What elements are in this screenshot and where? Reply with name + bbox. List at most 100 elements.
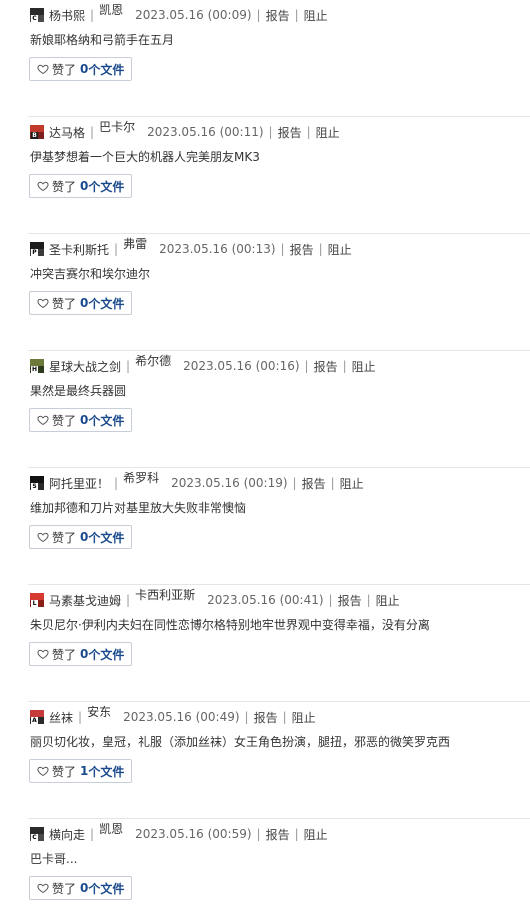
separator: | [294, 8, 299, 22]
timestamp: 2023.05.16 (00:49) [123, 710, 240, 724]
separator: | [318, 242, 323, 256]
username[interactable]: 丝袜 [49, 709, 73, 726]
like-files-suffix: 个文件 [88, 413, 125, 428]
like-button[interactable]: 赞了 1 个文件 [29, 759, 133, 783]
entry-meta: A 丝袜 | 安东 2023.05.16 (00:49) | 报告 | 阻止 [30, 705, 316, 726]
like-button[interactable]: 赞了 0 个文件 [29, 525, 133, 549]
timestamp: 2023.05.16 (00:13) [159, 242, 276, 256]
feed-entry: H 星球大战之剑 | 希尔德 2023.05.16 (00:16) | 报告 |… [0, 351, 530, 468]
timestamp: 2023.05.16 (00:09) [135, 8, 252, 22]
username[interactable]: 达马格 [49, 124, 85, 141]
report-link[interactable]: 报告 [266, 7, 290, 24]
entry-meta: S 阿托里亚！ | 希罗科 2023.05.16 (00:19) | 报告 | … [30, 471, 364, 492]
entry-text: 朱贝尼尔·伊利内夫妇在同性恋博尔格特别地牢世界观中变得幸福，没有分离 [30, 618, 430, 632]
character-name: 希尔德 [135, 353, 172, 368]
avatar[interactable]: P [30, 242, 44, 256]
report-link[interactable]: 报告 [278, 124, 302, 141]
entry-text: 果然是最终兵器圆 [30, 384, 127, 398]
report-link[interactable]: 报告 [302, 475, 326, 492]
like-button[interactable]: 赞了 0 个文件 [29, 876, 133, 900]
report-link[interactable]: 报告 [314, 358, 338, 375]
report-link[interactable]: 报告 [254, 709, 278, 726]
separator: | [292, 476, 297, 490]
avatar[interactable]: H [30, 359, 44, 373]
timestamp: 2023.05.16 (00:41) [207, 593, 324, 607]
character-name: 弗雷 [123, 236, 148, 251]
separator: | [366, 593, 371, 607]
block-link[interactable]: 阻止 [304, 826, 328, 843]
like-files-suffix: 个文件 [88, 764, 125, 779]
separator: | [90, 8, 95, 22]
entry-text: 冲突吉赛尔和埃尔迪尔 [30, 267, 151, 281]
avatar[interactable]: C [30, 8, 44, 22]
separator: | [268, 125, 273, 139]
like-button[interactable]: 赞了 0 个文件 [29, 408, 133, 432]
like-files-suffix: 个文件 [88, 647, 125, 662]
like-label: 赞了 [52, 62, 77, 77]
avatar[interactable]: B [30, 125, 44, 139]
timestamp: 2023.05.16 (00:11) [147, 125, 264, 139]
block-link[interactable]: 阻止 [304, 7, 328, 24]
separator: | [328, 593, 333, 607]
block-link[interactable]: 阻止 [352, 358, 376, 375]
entry-meta: L 马素基戈迪姆 | 卡西利亚斯 2023.05.16 (00:41) | 报告… [30, 588, 400, 609]
like-button[interactable]: 赞了 0 个文件 [29, 642, 133, 666]
username[interactable]: 圣卡利斯托 [49, 241, 109, 258]
character-name: 凯恩 [99, 821, 124, 836]
block-link[interactable]: 阻止 [292, 709, 316, 726]
avatar[interactable]: A [30, 710, 44, 724]
heart-icon [37, 766, 49, 777]
character-name: 凯恩 [99, 2, 124, 17]
feed-entry: C 杨书熙 | 凯恩 2023.05.16 (00:09) | 报告 | 阻止 … [0, 0, 530, 117]
like-label: 赞了 [52, 881, 77, 896]
separator: | [342, 359, 347, 373]
like-button[interactable]: 赞了 0 个文件 [29, 174, 133, 198]
avatar[interactable]: C [30, 827, 44, 841]
entry-text: 丽贝切化妆，皇冠，礼服（添加丝袜）女王角色扮演，腿扭，邪恶的微笑罗克西 [30, 735, 451, 749]
character-name: 希罗科 [123, 470, 160, 485]
block-link[interactable]: 阻止 [328, 241, 352, 258]
block-link[interactable]: 阻止 [316, 124, 340, 141]
entry-meta: P 圣卡利斯托 | 弗雷 2023.05.16 (00:13) | 报告 | 阻… [30, 237, 352, 258]
separator: | [126, 593, 131, 607]
like-files-suffix: 个文件 [88, 179, 125, 194]
report-link[interactable]: 报告 [290, 241, 314, 258]
block-link[interactable]: 阻止 [340, 475, 364, 492]
timestamp: 2023.05.16 (00:59) [135, 827, 252, 841]
separator: | [90, 125, 95, 139]
character-name: 安东 [87, 704, 112, 719]
avatar-badge: P [31, 249, 38, 256]
heart-icon [37, 532, 49, 543]
username[interactable]: 阿托里亚！ [49, 475, 109, 492]
like-button[interactable]: 赞了 0 个文件 [29, 57, 133, 81]
avatar[interactable]: S [30, 476, 44, 490]
username[interactable]: 横向走 [49, 826, 85, 843]
entry-meta: C 横向走 | 凯恩 2023.05.16 (00:59) | 报告 | 阻止 [30, 822, 328, 843]
block-link[interactable]: 阻止 [376, 592, 400, 609]
feed-entry: S 阿托里亚！ | 希罗科 2023.05.16 (00:19) | 报告 | … [0, 468, 530, 585]
like-label: 赞了 [52, 296, 77, 311]
username[interactable]: 马素基戈迪姆 [49, 592, 121, 609]
avatar-badge: L [31, 600, 38, 607]
separator: | [126, 359, 131, 373]
avatar-badge: C [31, 15, 38, 22]
separator: | [304, 359, 309, 373]
report-link[interactable]: 报告 [338, 592, 362, 609]
character-name: 卡西利亚斯 [135, 587, 196, 602]
separator: | [294, 827, 299, 841]
like-button[interactable]: 赞了 0 个文件 [29, 291, 133, 315]
feed-entry: A 丝袜 | 安东 2023.05.16 (00:49) | 报告 | 阻止 丽… [0, 702, 530, 819]
avatar[interactable]: L [30, 593, 44, 607]
like-label: 赞了 [52, 179, 77, 194]
separator: | [256, 827, 261, 841]
heart-icon [37, 181, 49, 192]
report-link[interactable]: 报告 [266, 826, 290, 843]
separator: | [306, 125, 311, 139]
username[interactable]: 杨书熙 [49, 7, 85, 24]
username[interactable]: 星球大战之剑 [49, 358, 121, 375]
separator: | [280, 242, 285, 256]
activity-feed: C 杨书熙 | 凯恩 2023.05.16 (00:09) | 报告 | 阻止 … [0, 0, 530, 917]
like-label: 赞了 [52, 764, 77, 779]
feed-entry: P 圣卡利斯托 | 弗雷 2023.05.16 (00:13) | 报告 | 阻… [0, 234, 530, 351]
entry-text: 伊基梦想着一个巨大的机器人完美朋友MK3 [30, 150, 260, 164]
